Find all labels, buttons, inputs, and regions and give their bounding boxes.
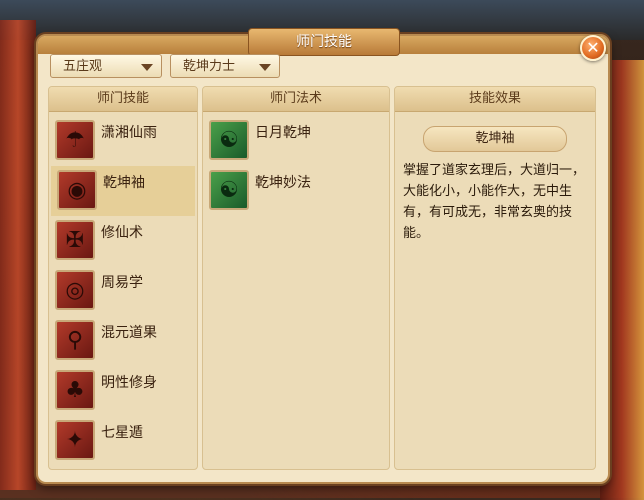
skill-label: 明性修身 — [101, 375, 157, 391]
spell-label: 日月乾坤 — [255, 125, 311, 141]
skill-item[interactable]: ☂ 潇湘仙雨 — [49, 116, 197, 166]
role-dropdown[interactable]: 乾坤力士 — [170, 54, 280, 78]
spell-item[interactable]: ☯ 日月乾坤 — [203, 116, 389, 166]
close-button[interactable]: ✕ — [580, 35, 606, 61]
sect-dropdown[interactable]: 五庄观 — [50, 54, 162, 78]
skill-label: 混元道果 — [101, 325, 157, 341]
tree-icon: ♣ — [55, 370, 95, 410]
sleeve-icon: ◉ — [57, 170, 97, 210]
skills-column: 师门技能 ☂ 潇湘仙雨 ◉ 乾坤袖 ✠ 修仙术 ◎ 周易学 ⚲ 混元道果 ♣ 明… — [48, 86, 198, 470]
spells-column: 师门法术 ☯ 日月乾坤 ☯ 乾坤妙法 — [202, 86, 390, 470]
chevron-down-icon — [141, 64, 153, 71]
skill-item[interactable]: ⚲ 混元道果 — [49, 316, 197, 366]
skill-label: 乾坤袖 — [103, 175, 145, 191]
spell-item[interactable]: ☯ 乾坤妙法 — [203, 166, 389, 216]
sect-dropdown-value: 五庄观 — [63, 59, 103, 74]
skill-label: 修仙术 — [101, 225, 143, 241]
fruit-icon: ⚲ — [55, 320, 95, 360]
chevron-down-icon — [259, 64, 271, 71]
effect-column: 技能效果 乾坤袖 掌握了道家玄理后，大道归一，大能化小，小能作大，无中生有，有可… — [394, 86, 596, 470]
background-left-pillar — [0, 20, 36, 490]
bagua-icon: ◎ — [55, 270, 95, 310]
skill-item-selected[interactable]: ◉ 乾坤袖 — [51, 166, 195, 216]
effect-description: 掌握了道家玄理后，大道归一，大能化小，小能作大，无中生有，有可成无，非常玄奥的技… — [403, 163, 586, 241]
spells-column-header: 师门法术 — [203, 87, 389, 112]
skills-column-header: 师门技能 — [49, 87, 197, 112]
window-title: 师门技能 — [248, 28, 400, 56]
rain-icon: ☂ — [55, 120, 95, 160]
spell-label: 乾坤妙法 — [255, 175, 311, 191]
effect-column-header: 技能效果 — [395, 87, 595, 112]
skill-item[interactable]: ✠ 修仙术 — [49, 216, 197, 266]
skill-label: 潇湘仙雨 — [101, 125, 157, 141]
skill-item[interactable]: ◎ 周易学 — [49, 266, 197, 316]
skill-label: 七星遁 — [101, 425, 143, 441]
cultivation-icon: ✠ — [55, 220, 95, 260]
constellation-icon: ✦ — [55, 420, 95, 460]
sect-skills-window: 师门技能 ✕ 五庄观 乾坤力士 师门技能 ☂ 潇湘仙雨 ◉ 乾坤袖 ✠ 修仙术 … — [36, 28, 610, 484]
skill-label: 周易学 — [101, 275, 143, 291]
role-dropdown-value: 乾坤力士 — [183, 59, 236, 74]
yin-yang-icon: ☯ — [209, 170, 249, 210]
skill-item[interactable]: ✦ 七星遁 — [49, 416, 197, 466]
effect-skill-name: 乾坤袖 — [423, 126, 567, 152]
skill-item[interactable]: ♣ 明性修身 — [49, 366, 197, 416]
yin-yang-icon: ☯ — [209, 120, 249, 160]
